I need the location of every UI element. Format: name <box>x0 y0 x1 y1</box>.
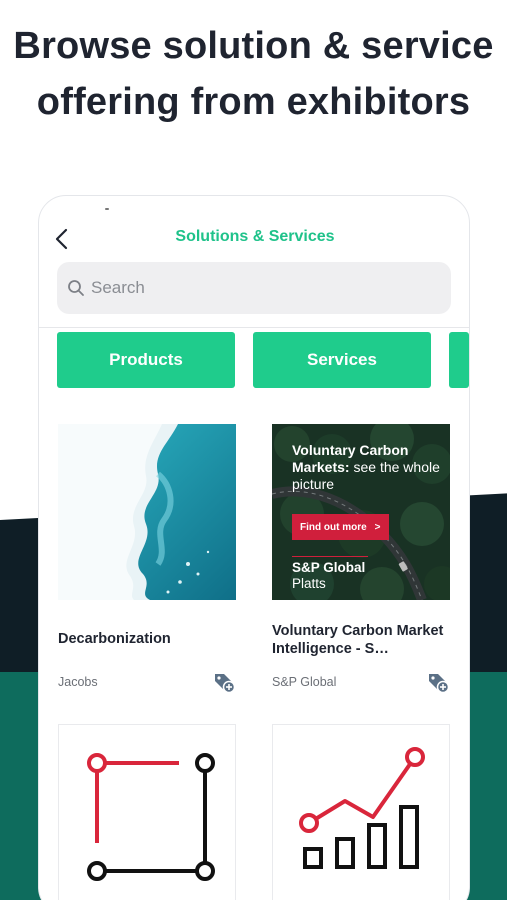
add-tag-icon[interactable] <box>212 670 236 694</box>
offering-image <box>58 424 236 600</box>
add-tag-icon[interactable] <box>426 670 450 694</box>
page-title: Solutions & Services <box>175 228 335 245</box>
tab-services[interactable]: Services <box>253 332 431 388</box>
phone-frame: Solutions & Services Products Services <box>38 195 470 900</box>
tab-more[interactable] <box>449 332 469 388</box>
search-input[interactable] <box>91 278 411 298</box>
ad-headline: Voluntary Carbon Markets: see the whole … <box>292 442 442 493</box>
offering-title: Decarbonization <box>58 631 171 647</box>
ad-cta-label: Find out more <box>300 521 367 533</box>
ad-cta-arrow: > <box>374 521 381 533</box>
offering-card[interactable]: Decarbonization Jacobs <box>58 424 236 694</box>
offering-card[interactable]: Voluntary Carbon Markets: see the whole … <box>272 424 450 694</box>
company-name: S&P Global <box>272 675 337 689</box>
ice-shelf-image <box>58 424 236 600</box>
offering-footer: S&P Global <box>272 670 450 694</box>
ad-brand: S&P Global Platts <box>292 560 365 592</box>
promo-headline: Browse solution & service offering from … <box>13 25 494 123</box>
growth-chart-icon <box>299 747 425 869</box>
offering-card[interactable] <box>58 724 236 900</box>
ad-cta-button[interactable]: Find out more > <box>292 514 389 540</box>
status-indicator <box>105 208 109 210</box>
search-icon <box>68 280 84 296</box>
square-frame-icon <box>87 753 215 881</box>
ad-brand-line2: Platts <box>292 576 326 591</box>
tab-products[interactable]: Products <box>57 332 235 388</box>
offering-title: Voluntary Carbon Market Intelligence - S… <box>272 623 444 657</box>
company-name: Jacobs <box>58 675 98 689</box>
offering-card[interactable] <box>272 724 450 900</box>
offering-footer: Jacobs <box>58 670 236 694</box>
ad-divider <box>292 556 368 557</box>
ad-brand-line1: S&P Global <box>292 560 366 575</box>
offering-image: Voluntary Carbon Markets: see the whole … <box>272 424 450 600</box>
tabs-divider <box>39 327 469 328</box>
search-bar[interactable] <box>57 262 451 314</box>
category-tabs: Products Services <box>57 332 469 388</box>
